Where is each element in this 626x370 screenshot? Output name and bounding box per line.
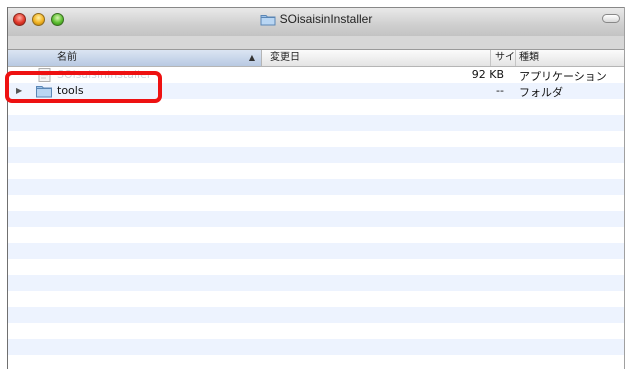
finder-window: SOisaisinInstaller 名前 ▲ 変更日 サイズ 種類 SOisa	[7, 7, 625, 369]
window-title-area: SOisaisinInstaller	[8, 12, 624, 26]
toolbar-strip	[8, 36, 624, 50]
list-item-folder[interactable]: ▶ tools -- フォルダ	[8, 83, 624, 99]
column-date-label: 変更日	[270, 52, 300, 63]
column-header-date[interactable]: 変更日	[262, 50, 491, 66]
column-header-name[interactable]: 名前 ▲	[8, 50, 262, 66]
column-name-label: 名前	[57, 52, 77, 63]
window-title: SOisaisinInstaller	[279, 12, 373, 26]
disclosure-triangle-icon[interactable]: ▶	[16, 86, 22, 95]
folder-icon	[260, 14, 276, 25]
file-kind: アプリケーション	[519, 70, 607, 83]
file-size: 92 KB	[471, 68, 504, 81]
toolbar-toggle-button[interactable]	[602, 14, 620, 23]
folder-icon	[36, 86, 52, 98]
file-size: --	[496, 84, 504, 97]
column-header: 名前 ▲ 変更日 サイズ 種類	[8, 50, 624, 79]
file-name: SOisaisinInstaller	[57, 68, 152, 81]
file-kind: フォルダ	[519, 86, 563, 99]
column-header-kind[interactable]: 種類	[513, 50, 623, 66]
title-bar[interactable]: SOisaisinInstaller	[8, 7, 624, 36]
column-kind-label: 種類	[519, 52, 539, 63]
application-icon	[38, 68, 51, 82]
file-name: tools	[57, 84, 84, 97]
file-list: SOisaisinInstaller 92 KB アプリケーション ▶ tool…	[8, 67, 624, 369]
list-item-application[interactable]: SOisaisinInstaller 92 KB アプリケーション	[8, 67, 624, 83]
sort-ascending-icon: ▲	[248, 53, 255, 62]
